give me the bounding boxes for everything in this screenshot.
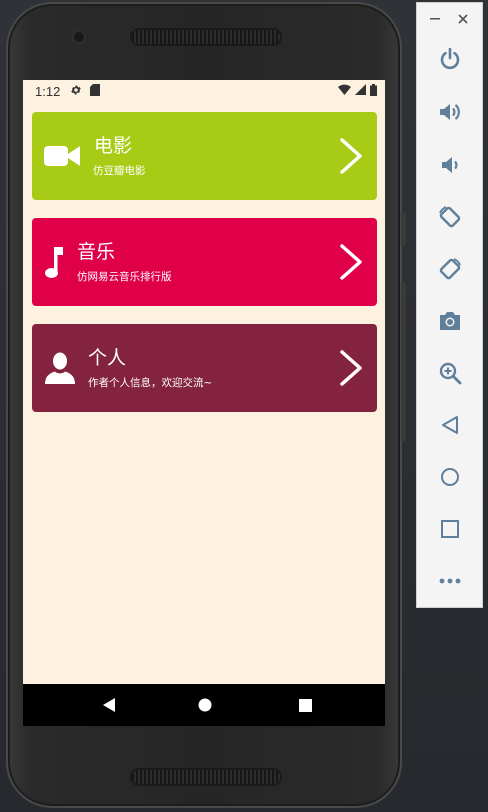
front-camera xyxy=(74,32,84,42)
back-triangle-icon[interactable] xyxy=(89,684,129,726)
back-icon[interactable] xyxy=(434,409,466,441)
music-card-title: 音乐 xyxy=(77,241,116,263)
phone-volume-rocker xyxy=(401,282,406,442)
home-icon[interactable] xyxy=(434,461,466,493)
music-card[interactable]: 音乐 仿网易云音乐排行版 xyxy=(32,218,377,306)
video-camera-icon xyxy=(44,112,80,200)
sd-card-icon xyxy=(90,83,101,99)
volume-down-icon[interactable] xyxy=(434,149,466,181)
status-time: 1:12 xyxy=(35,83,61,99)
movie-card[interactable]: 电影 仿豆瓣电影 xyxy=(32,112,377,200)
recents-square-icon[interactable] xyxy=(285,684,325,726)
overview-icon[interactable] xyxy=(434,513,466,545)
emulator-window: 1:12 电影 仿豆瓣电影 音乐 仿网易云音乐排行版 个人 作者个人信息，欢迎交… xyxy=(0,0,488,812)
android-nav-bar xyxy=(23,684,385,726)
profile-card-subtitle: 作者个人信息，欢迎交流~ xyxy=(88,377,213,389)
status-bar: 1:12 xyxy=(23,80,385,102)
top-speaker-grille xyxy=(132,30,280,44)
close-icon[interactable] xyxy=(453,9,473,29)
chevron-right-icon xyxy=(340,138,362,174)
wifi-icon xyxy=(338,84,351,98)
volume-up-icon[interactable] xyxy=(434,96,466,128)
device-screen: 1:12 电影 仿豆瓣电影 音乐 仿网易云音乐排行版 个人 作者个人信息，欢迎交… xyxy=(23,80,385,726)
person-icon xyxy=(44,324,76,412)
status-indicators xyxy=(338,83,377,99)
emulator-toolbar xyxy=(416,2,483,608)
bottom-speaker-grille xyxy=(132,770,280,784)
battery-icon xyxy=(370,83,377,99)
power-icon[interactable] xyxy=(434,43,466,75)
phone-power-button xyxy=(401,212,406,246)
profile-card-title: 个人 xyxy=(88,347,127,369)
settings-gear-icon xyxy=(70,84,82,99)
movie-card-title: 电影 xyxy=(94,135,133,157)
music-card-subtitle: 仿网易云音乐排行版 xyxy=(77,271,172,283)
phone-frame: 1:12 电影 仿豆瓣电影 音乐 仿网易云音乐排行版 个人 作者个人信息，欢迎交… xyxy=(6,2,402,808)
rotate-right-icon[interactable] xyxy=(434,253,466,285)
music-note-icon xyxy=(45,218,63,306)
more-icon[interactable] xyxy=(434,565,466,597)
movie-card-subtitle: 仿豆瓣电影 xyxy=(93,165,146,177)
home-circle-icon[interactable] xyxy=(185,684,225,726)
zoom-icon[interactable] xyxy=(434,357,466,389)
profile-card[interactable]: 个人 作者个人信息，欢迎交流~ xyxy=(32,324,377,412)
chevron-right-icon xyxy=(340,244,362,280)
minimize-icon[interactable] xyxy=(425,9,445,29)
chevron-right-icon xyxy=(340,350,362,386)
rotate-left-icon[interactable] xyxy=(434,201,466,233)
camera-icon[interactable] xyxy=(434,305,466,337)
signal-icon xyxy=(355,84,366,98)
